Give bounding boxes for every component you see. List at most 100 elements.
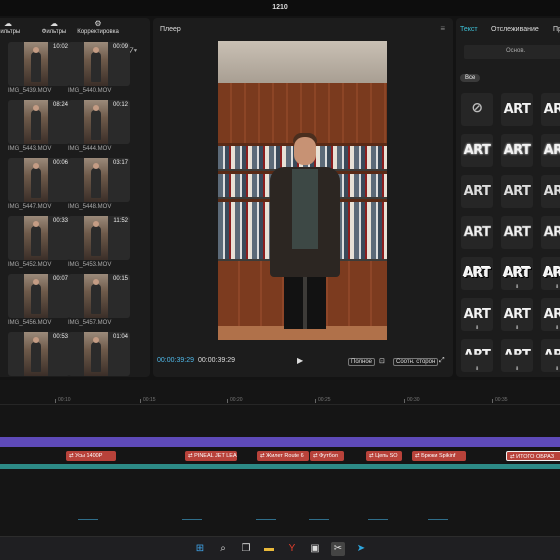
text-style-preset[interactable]: ART ⬇ (501, 257, 533, 290)
yandex-browser-icon[interactable]: Y (285, 542, 299, 556)
caption-clip[interactable]: ⇄ PINEAL JET LEA (185, 451, 237, 461)
text-style-preset[interactable]: ART ⬇ (461, 339, 493, 372)
filter-chip-all[interactable]: Все (460, 74, 481, 82)
preset-label: ART (503, 348, 531, 363)
clip-thumbnail: 00:33 (8, 216, 70, 260)
preset-label: ART (543, 143, 560, 158)
download-icon: ⬇ (515, 284, 520, 290)
text-style-preset[interactable]: ART ⬇ (541, 298, 560, 331)
text-style-preset[interactable]: ART (501, 134, 533, 167)
text-style-preset[interactable]: ART (461, 257, 493, 290)
caption-text: ИТОГО ОБРАЗ (516, 454, 555, 460)
media-clip[interactable]: 00:09 IMG_5440.MOV (68, 42, 130, 94)
clip-duration: 08:24 (52, 102, 68, 108)
capcut-icon[interactable]: ✂ (331, 542, 345, 556)
subtab-basic[interactable]: Основ. (464, 45, 560, 59)
app-icon[interactable]: ▣ (308, 542, 322, 556)
aspect-ratio-button[interactable]: Соотн. сторон (393, 358, 439, 366)
caption-clip[interactable]: ⇄ Жилет Route 6 (257, 451, 309, 461)
file-explorer-icon[interactable]: ▬ (262, 542, 276, 556)
media-clip[interactable]: 00:33 IMG_5452.MOV (8, 216, 70, 268)
text-style-preset[interactable]: ART ⬇ (501, 298, 533, 331)
text-style-preset[interactable]: ART (461, 175, 493, 208)
text-style-preset[interactable]: ART (501, 175, 533, 208)
total-timecode: 00:00:39:29 (198, 357, 235, 364)
clip-thumbnail: 00:07 (8, 274, 70, 318)
text-style-preset[interactable]: ART (501, 93, 533, 126)
caption-text: Жилет Route 6 (266, 453, 304, 459)
text-style-preset[interactable]: ART (541, 216, 560, 249)
window-title: 1210 (272, 4, 288, 11)
text-style-preset[interactable]: ART (541, 93, 560, 126)
caption-text: Брюки Spikinf (421, 453, 456, 459)
clip-name: IMG_5452.MOV (8, 262, 52, 268)
media-clip[interactable]: 03:17 IMG_5448.MOV (68, 158, 130, 210)
adjust-icon: ⚙ (94, 19, 102, 28)
fit-icon[interactable]: ⊡ (379, 357, 385, 365)
text-style-preset[interactable]: ART (541, 175, 560, 208)
tab-text[interactable]: Текст (460, 26, 478, 33)
clip-duration: 00:07 (52, 276, 68, 282)
player-panel: Плеер ≡ 00:00:39:29 00:00:39:29 ▶ Полное… (153, 18, 453, 377)
search-icon[interactable]: ⌕ (216, 542, 230, 556)
subtab-label: Основ. (506, 48, 526, 54)
clip-name: IMG_5447.MOV (8, 204, 52, 210)
text-style-preset[interactable]: ART (461, 134, 493, 167)
tab-adjust[interactable]: ⚙ Корректировка (70, 19, 126, 36)
caption-text: Усы 1400Р (75, 453, 103, 459)
play-icon[interactable]: ▶ (297, 356, 303, 365)
tab-tracking[interactable]: Отслеживание (491, 26, 539, 33)
media-clip[interactable]: 00:15 IMG_5457.MOV (68, 274, 130, 326)
caption-clip[interactable]: ⇄ Футбол (310, 451, 344, 461)
caption-clip[interactable]: ⇄ Цепь SO (366, 451, 402, 461)
caption-clip[interactable]: ⇄ Усы 1400Р (66, 451, 116, 461)
clip-thumbnail: 01:04 (68, 332, 130, 376)
time-ruler[interactable]: 00:10 00:15 00:20 00:25 00:30 00:35 (0, 397, 560, 405)
menu-icon[interactable]: ≡ (440, 24, 445, 33)
clip-duration: 00:33 (52, 218, 68, 224)
media-clip[interactable]: 08:24 IMG_5443.MOV (8, 100, 70, 152)
full-button[interactable]: Полное (348, 358, 376, 366)
text-style-preset[interactable]: ART ⬇ (461, 298, 493, 331)
caption-clip[interactable]: ⇄ Брюки Spikinf (412, 451, 466, 461)
tab-filters[interactable]: ☁ Фильтры (0, 20, 30, 36)
media-clip[interactable]: 01:04 (68, 332, 130, 377)
telegram-icon[interactable]: ➤ (354, 542, 368, 556)
preset-label: ART (543, 307, 560, 322)
text-style-preset[interactable]: ART (501, 216, 533, 249)
media-clip[interactable]: 11:52 IMG_5453.MOV (68, 216, 130, 268)
media-clip[interactable]: 00:07 IMG_5456.MOV (8, 274, 70, 326)
text-style-preset[interactable]: ART ⬇ (541, 257, 560, 290)
caption-text: Футбол (319, 453, 338, 459)
media-panel: ☁ Фильтры ☁ Фильтры ⚙ Корректировка ▦ ⇅▾… (0, 18, 150, 377)
text-style-preset[interactable]: ART (541, 134, 560, 167)
text-style-preset[interactable]: ART ⬇ (501, 339, 533, 372)
media-clip[interactable]: 00:53 (8, 332, 70, 377)
media-clip[interactable]: 00:06 IMG_5447.MOV (8, 158, 70, 210)
video-preview[interactable] (218, 41, 387, 340)
windows-start-icon[interactable]: ⊞ (193, 542, 207, 556)
overlay-track[interactable] (0, 437, 560, 447)
audio-track[interactable] (0, 464, 560, 469)
timeline: 00:10 00:15 00:20 00:25 00:30 00:35 ⇄ Усы 140… (0, 380, 560, 536)
task-view-icon[interactable]: ❐ (239, 542, 253, 556)
preset-label: ART (503, 266, 531, 281)
media-clip[interactable]: 00:12 IMG_5444.MOV (68, 100, 130, 152)
ruler-tick: 00:25 (315, 397, 331, 403)
clip-duration: 10:02 (52, 44, 68, 50)
text-style-preset[interactable]: ART (461, 216, 493, 249)
player-title: Плеер (160, 26, 181, 33)
download-icon: ⬇ (555, 284, 560, 290)
fullscreen-icon[interactable]: ⤢ (439, 357, 445, 365)
tab-more[interactable]: Пр (553, 26, 560, 33)
tab-label: Корректировка (77, 29, 119, 35)
ruler-tick: 00:10 (55, 397, 71, 403)
no-style-preset[interactable]: ⊘ (461, 93, 493, 126)
ruler-tick: 00:15 (140, 397, 156, 403)
download-icon: ⬇ (475, 325, 480, 331)
clip-thumbnail: 10:02 (8, 42, 70, 86)
media-clip[interactable]: 10:02 IMG_5439.MOV (8, 42, 70, 94)
text-style-preset[interactable]: ART ⬇ (541, 339, 560, 372)
download-icon: ⬇ (515, 325, 520, 331)
caption-clip[interactable]: ⇄ ИТОГО ОБРАЗ (506, 451, 560, 461)
